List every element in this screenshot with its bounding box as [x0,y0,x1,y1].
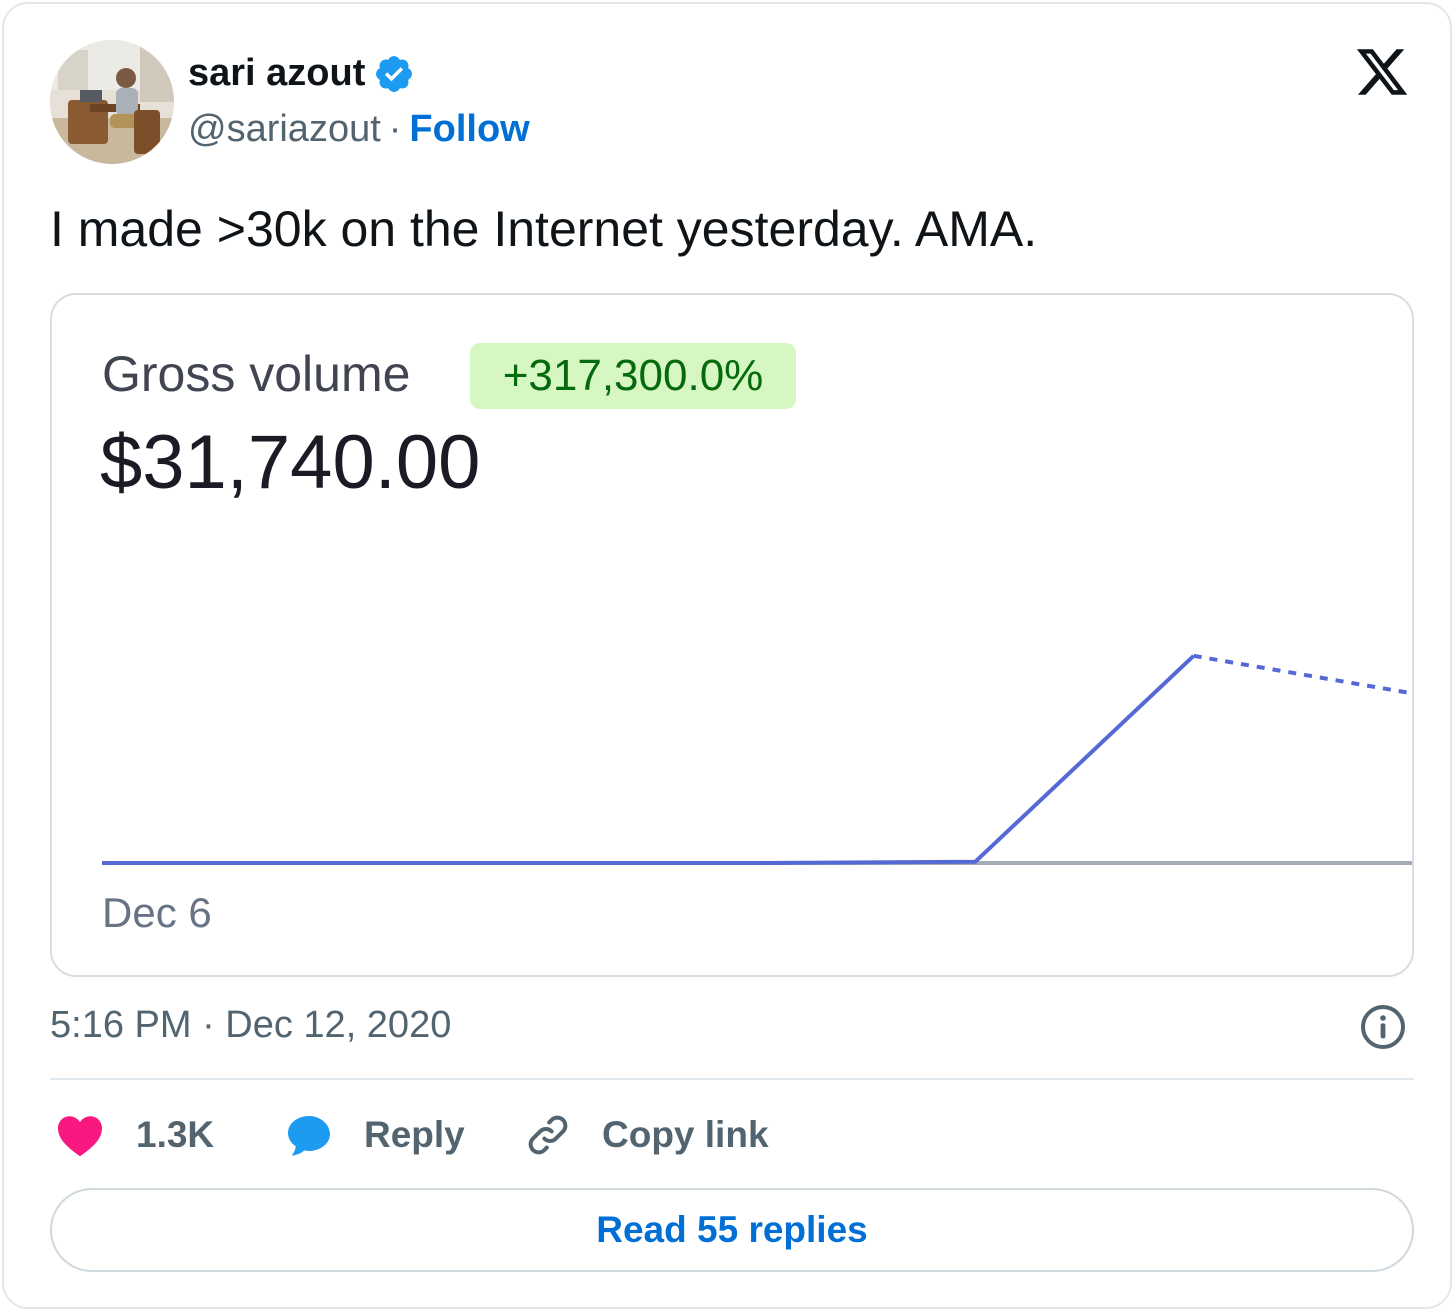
handle-row: @sariazout · Follow [188,108,530,151]
read-replies-button[interactable]: Read 55 replies [50,1188,1414,1272]
tweet-text: I made >30k on the Internet yesterday. A… [50,201,1038,257]
follow-link[interactable]: Follow [409,108,529,150]
avatar-photo [50,40,174,164]
tweet-media-image[interactable]: Gross volume +317,300.0% $31,740.00 Dec … [50,293,1414,977]
avatar[interactable] [50,40,174,164]
reply-label: Reply [364,1114,465,1155]
reply-button[interactable]: Reply [284,1104,465,1166]
copy-link-label: Copy link [602,1114,769,1155]
series-line-0 [102,654,1196,865]
separator: · [388,108,402,150]
heart-icon [58,1116,102,1157]
x-tick-label: Dec 6 [102,889,212,936]
embedded-tweet-card: sari azout @sariazout · Follow I made >30k… [2,2,1452,1309]
tweet-timestamp[interactable]: 5:16 PM · Dec 12, 2020 [50,1004,451,1047]
verified-badge-icon [376,55,413,92]
like-count: 1.3K [136,1114,215,1155]
speech-bubble-icon [288,1116,330,1156]
line-chart [102,653,1412,865]
link-icon [528,1115,568,1155]
like-button[interactable]: 1.3K [56,1104,214,1166]
copy-link-button[interactable]: Copy link [524,1104,769,1166]
author-name-row[interactable]: sari azout [188,52,415,95]
divider [50,1078,1414,1080]
author-name[interactable]: sari azout [188,52,365,95]
x-logo-icon[interactable] [1352,44,1412,100]
author-handle[interactable]: @sariazout [188,108,381,150]
info-icon[interactable] [1359,1003,1407,1051]
series-line-dashed-segment [1193,653,1412,696]
